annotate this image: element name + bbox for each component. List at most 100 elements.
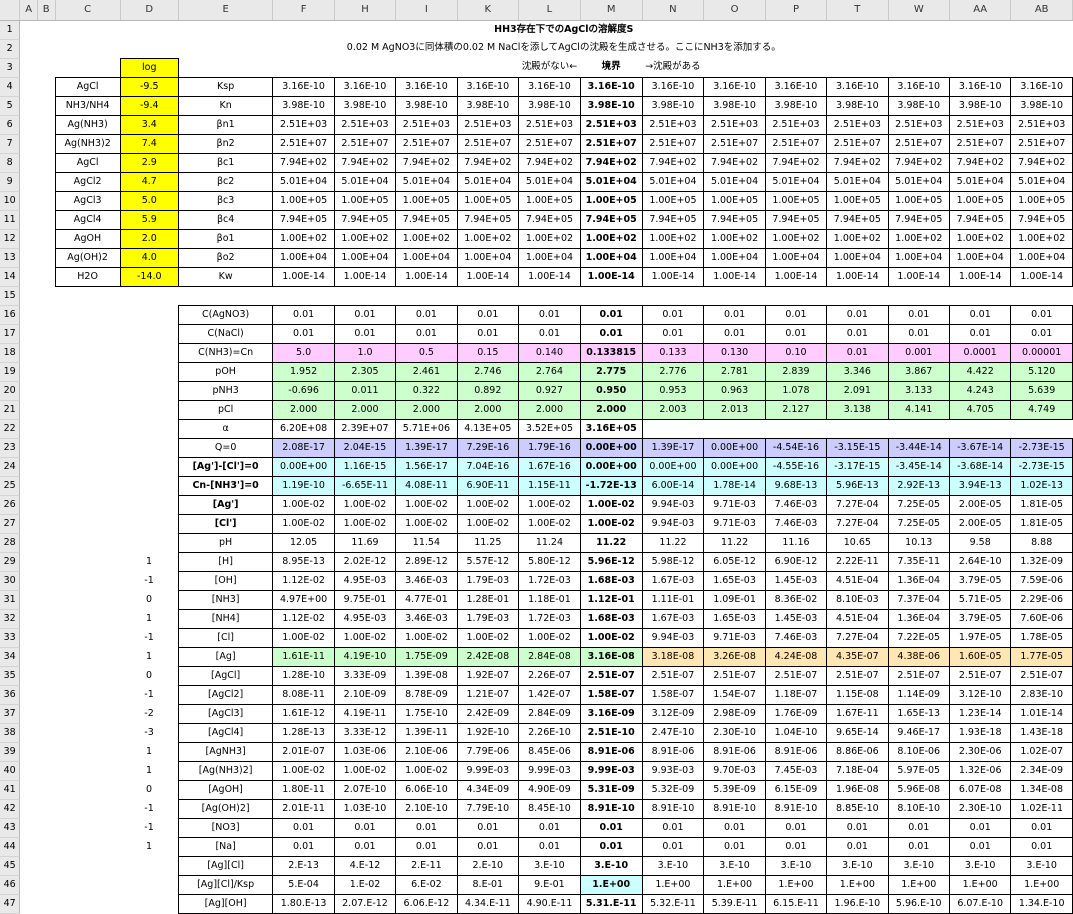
sheet-cell[interactable]: 2.746: [456, 361, 520, 382]
sheet-cell[interactable]: 0.01: [333, 323, 397, 344]
column-header-ab[interactable]: AB: [1010, 0, 1073, 21]
sheet-cell[interactable]: [37, 305, 55, 324]
sheet-cell[interactable]: 0.01: [764, 323, 828, 344]
sheet-cell[interactable]: [37, 514, 55, 533]
sheet-cell[interactable]: 0.01: [456, 323, 520, 344]
sheet-cell[interactable]: [178, 58, 273, 77]
sheet-cell[interactable]: 0.01: [518, 304, 581, 325]
sheet-cell[interactable]: -2.73E-15: [1010, 437, 1073, 458]
row-header[interactable]: 45: [0, 856, 21, 876]
sheet-cell[interactable]: log: [119, 57, 179, 78]
sheet-cell[interactable]: 2.E-13: [272, 855, 335, 876]
sheet-cell[interactable]: -3.15E-15: [826, 437, 889, 458]
sheet-cell[interactable]: 2.00E-05: [948, 494, 1012, 515]
sheet-cell[interactable]: 3.98E-10: [272, 95, 335, 116]
sheet-cell[interactable]: 1.00E+04: [948, 247, 1012, 268]
sheet-cell[interactable]: [120, 476, 178, 495]
sheet-cell[interactable]: βc2: [177, 171, 274, 192]
sheet-cell[interactable]: 8.91E-10: [764, 798, 828, 819]
sheet-cell[interactable]: [37, 799, 55, 818]
sheet-cell[interactable]: 5.98E-12: [641, 551, 705, 572]
row-header[interactable]: 5: [0, 96, 21, 116]
row-header[interactable]: 40: [0, 761, 21, 781]
sheet-cell[interactable]: 0.927: [518, 380, 581, 401]
sheet-cell[interactable]: [37, 438, 55, 457]
sheet-cell[interactable]: 2.51E+03: [579, 114, 643, 135]
sheet-cell[interactable]: 1.32E-06: [948, 760, 1012, 781]
sheet-cell[interactable]: HH3存在下でのAgClの溶解度S: [55, 20, 1072, 39]
row-header[interactable]: 35: [0, 666, 21, 686]
sheet-cell[interactable]: [55, 286, 120, 305]
sheet-cell[interactable]: [55, 514, 120, 533]
sheet-cell[interactable]: [20, 894, 38, 913]
sheet-cell[interactable]: 2.51E+03: [641, 114, 705, 135]
sheet-cell[interactable]: pOH: [177, 361, 274, 382]
sheet-cell[interactable]: [55, 818, 120, 837]
sheet-cell[interactable]: 2.07E-10: [333, 779, 397, 800]
sheet-cell[interactable]: [20, 267, 38, 286]
sheet-cell[interactable]: 2.461: [395, 361, 458, 382]
sheet-cell[interactable]: 6.90E-11: [456, 475, 520, 496]
sheet-cell[interactable]: [NH3]: [177, 589, 274, 610]
sheet-cell[interactable]: [20, 324, 38, 343]
sheet-cell[interactable]: 6.E-02: [395, 874, 458, 895]
sheet-cell[interactable]: [120, 419, 178, 438]
sheet-cell[interactable]: 10.13: [887, 532, 950, 553]
sheet-cell[interactable]: 3.16E-08: [579, 646, 643, 667]
sheet-cell[interactable]: [37, 362, 55, 381]
sheet-cell[interactable]: →沈殿がある: [642, 58, 704, 77]
sheet-cell[interactable]: 7.94E+02: [395, 152, 458, 173]
sheet-cell[interactable]: [37, 647, 55, 666]
sheet-cell[interactable]: [20, 723, 38, 742]
sheet-cell[interactable]: 1.00E+05: [887, 190, 950, 211]
sheet-cell[interactable]: 1.21E-07: [456, 684, 520, 705]
sheet-cell[interactable]: 1.28E-01: [456, 589, 520, 610]
sheet-cell[interactable]: 2.013: [703, 399, 766, 420]
sheet-cell[interactable]: 6.07E-08: [948, 779, 1012, 800]
sheet-cell[interactable]: 1.61E-11: [272, 646, 335, 667]
sheet-cell[interactable]: 2.51E-07: [948, 665, 1012, 686]
sheet-cell[interactable]: 2.51E+07: [272, 133, 335, 154]
sheet-cell[interactable]: [37, 495, 55, 514]
sheet-cell[interactable]: [888, 286, 949, 305]
sheet-cell[interactable]: 0.01: [887, 323, 950, 344]
sheet-cell[interactable]: [37, 742, 55, 761]
sheet-cell[interactable]: [OH]: [177, 570, 274, 591]
sheet-cell[interactable]: 1.E+00: [826, 874, 889, 895]
sheet-cell[interactable]: AgCl: [54, 76, 121, 97]
sheet-cell[interactable]: 5.96E-13: [826, 475, 889, 496]
sheet-cell[interactable]: 1.00E-02: [579, 627, 643, 648]
sheet-cell[interactable]: 7.94E+05: [333, 209, 397, 230]
sheet-cell[interactable]: 7.46E-03: [764, 494, 828, 515]
sheet-cell[interactable]: 5.0: [119, 190, 179, 211]
column-header-h[interactable]: H: [334, 0, 397, 21]
sheet-cell[interactable]: 2.0: [119, 228, 179, 249]
sheet-cell[interactable]: 1.68E-03: [579, 608, 643, 629]
sheet-cell[interactable]: 0.01: [948, 817, 1012, 838]
sheet-cell[interactable]: [55, 723, 120, 742]
sheet-cell[interactable]: [Ag(NH3)2]: [177, 760, 274, 781]
sheet-cell[interactable]: 2.51E-07: [887, 665, 950, 686]
sheet-cell[interactable]: 0.140: [518, 342, 581, 363]
sheet-cell[interactable]: 4.90.E-11: [518, 893, 581, 914]
sheet-cell[interactable]: [642, 286, 704, 305]
sheet-cell[interactable]: 3.12E-09: [641, 703, 705, 724]
sheet-cell[interactable]: 3.98E-10: [1010, 95, 1073, 116]
sheet-cell[interactable]: 1.00E-02: [272, 513, 335, 534]
sheet-cell[interactable]: 7.94E+02: [887, 152, 950, 173]
row-header[interactable]: 27: [0, 514, 21, 534]
sheet-cell[interactable]: 3.16E-10: [1010, 76, 1073, 97]
sheet-cell[interactable]: 6.15E-09: [764, 779, 828, 800]
sheet-cell[interactable]: 5.32.E-11: [641, 893, 705, 914]
sheet-cell[interactable]: 1.72E-03: [518, 608, 581, 629]
row-header[interactable]: 28: [0, 533, 21, 553]
sheet-cell[interactable]: 0.01: [1010, 323, 1073, 344]
sheet-cell[interactable]: [20, 39, 38, 58]
sheet-cell[interactable]: 1.12E-02: [272, 570, 335, 591]
sheet-cell[interactable]: 0.01: [518, 836, 581, 857]
sheet-cell[interactable]: 3.52E+05: [518, 418, 581, 439]
sheet-cell[interactable]: 1.00E+02: [456, 228, 520, 249]
sheet-cell[interactable]: 1.36E-04: [887, 608, 950, 629]
sheet-cell[interactable]: 2.92E-13: [887, 475, 950, 496]
sheet-cell[interactable]: 2.091: [826, 380, 889, 401]
